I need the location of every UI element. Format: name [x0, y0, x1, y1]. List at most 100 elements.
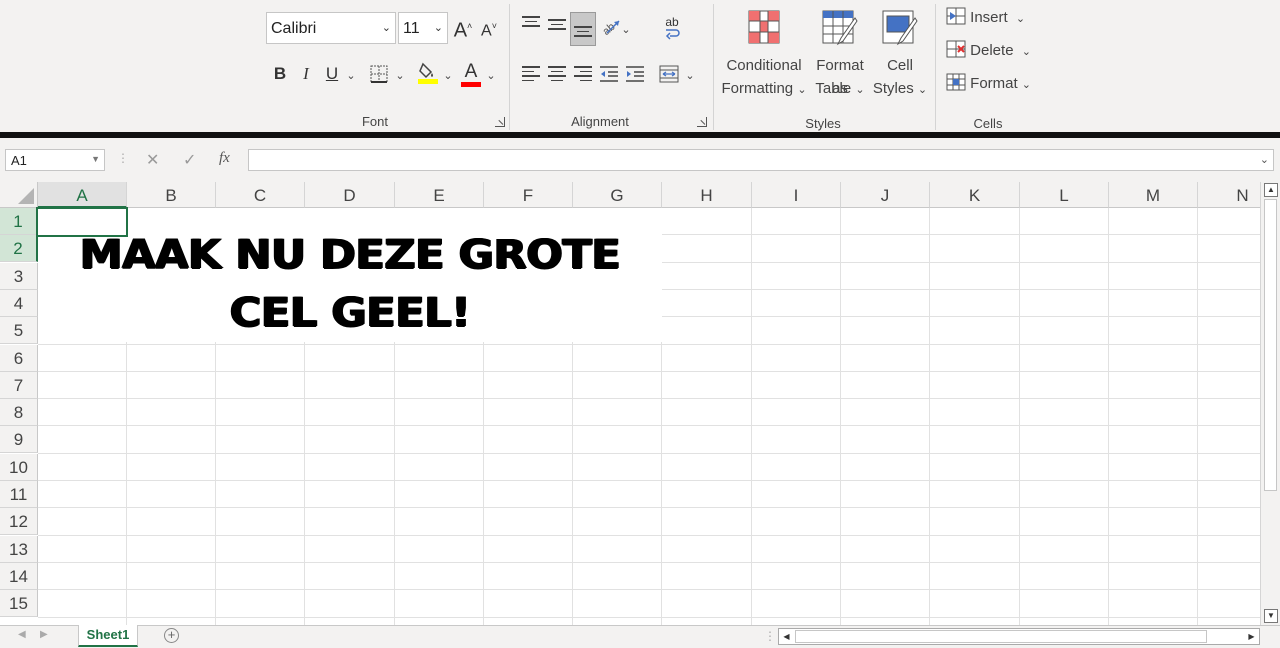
wrap-text-glyph: ab	[665, 15, 679, 29]
alignment-dialog-launcher-icon[interactable]	[697, 117, 707, 127]
vertical-scrollbar[interactable]: ▲ ▼	[1260, 182, 1280, 625]
align-left-icon[interactable]	[522, 66, 540, 82]
format-cells-button[interactable]: Format ⌄	[946, 73, 1031, 95]
select-all-corner[interactable]	[0, 182, 38, 208]
fill-color-dropdown[interactable]: ⌄	[441, 60, 455, 88]
column-header-a[interactable]: A	[38, 182, 127, 208]
insert-function-icon[interactable]: fx	[219, 150, 230, 167]
font-color-icon: A	[464, 61, 478, 82]
row-header-9[interactable]: 9	[0, 426, 38, 454]
italic-button[interactable]: I	[296, 60, 316, 88]
scroll-down-arrow-icon[interactable]: ▼	[1264, 609, 1278, 623]
row-header-10[interactable]: 10	[0, 453, 38, 481]
add-sheet-icon[interactable]: +	[164, 628, 179, 643]
column-header-d[interactable]: D	[305, 182, 395, 208]
conditional-formatting-label-1: Conditional	[726, 57, 802, 74]
enter-icon[interactable]: ✓	[183, 150, 196, 170]
vertical-scroll-thumb[interactable]	[1264, 199, 1277, 491]
shrink-font-button[interactable]: A˅	[478, 12, 500, 40]
font-color-button[interactable]: A	[460, 58, 482, 87]
horizontal-scrollbar[interactable]: ◀ ▶	[778, 628, 1260, 645]
middle-align-icon[interactable]	[548, 19, 566, 33]
column-header-e[interactable]: E	[395, 182, 484, 208]
wrap-text-button[interactable]: ab	[660, 12, 684, 40]
cancel-icon[interactable]: ✕	[146, 150, 159, 170]
delete-cells-button[interactable]: Delete ⌄	[946, 40, 1031, 62]
scroll-up-arrow-icon[interactable]: ▲	[1264, 183, 1278, 197]
insert-label: Insert	[970, 9, 1008, 26]
column-header-f[interactable]: F	[484, 182, 573, 208]
conditional-formatting-button[interactable]: Conditional Formatting ⌄	[720, 6, 808, 106]
delete-cells-icon	[946, 40, 966, 58]
italic-icon: I	[303, 64, 309, 83]
column-header-j[interactable]: J	[841, 182, 930, 208]
column-header-b[interactable]: B	[127, 182, 216, 208]
name-box[interactable]: A1 ▼	[5, 149, 105, 171]
underline-icon: U	[325, 64, 339, 83]
row-header-11[interactable]: 11	[0, 481, 38, 508]
borders-dropdown[interactable]: ⌄	[393, 60, 407, 88]
merge-center-icon	[659, 65, 679, 83]
decrease-indent-icon	[600, 66, 618, 82]
wrap-arrow-icon	[665, 29, 680, 40]
underline-button[interactable]: U	[322, 60, 342, 88]
merged-cell[interactable]: MAAK NU DEZE GROTE CEL GEEL!	[38, 208, 662, 342]
font-dialog-launcher-icon[interactable]	[495, 117, 505, 127]
horizontal-scroll-thumb[interactable]	[795, 630, 1207, 643]
bottom-align-button[interactable]	[570, 12, 596, 46]
scroll-right-arrow-icon[interactable]: ▶	[1244, 629, 1259, 644]
decrease-indent-button[interactable]	[599, 60, 619, 88]
row-header-6[interactable]: 6	[0, 344, 38, 372]
text-orientation-icon: ab	[600, 20, 620, 38]
orientation-dropdown[interactable]: ⌄	[620, 14, 632, 42]
merged-text-line-2: CEL GEEL!	[229, 290, 471, 336]
row-header-13[interactable]: 13	[0, 535, 38, 563]
orientation-button[interactable]: ab	[600, 12, 622, 40]
formula-input[interactable]: ⌄	[248, 149, 1274, 171]
column-gridline	[751, 208, 752, 625]
row-header-8[interactable]: 8	[0, 399, 38, 427]
column-header-c[interactable]: C	[216, 182, 305, 208]
merge-dropdown[interactable]: ⌄	[683, 60, 697, 88]
column-gridline	[840, 208, 841, 625]
grow-font-button[interactable]: A˄	[452, 12, 474, 42]
font-color-dropdown[interactable]: ⌄	[484, 60, 498, 88]
spreadsheet-grid[interactable]: ABCDEFGHIJKLMN 1 2 3 4 5 6 7 8 9 10 11 12 13 14 15 MAA…	[0, 182, 1260, 625]
column-header-k[interactable]: K	[930, 182, 1020, 208]
column-header-l[interactable]: L	[1020, 182, 1109, 208]
insert-cells-button[interactable]: Insert ⌄	[946, 7, 1025, 29]
column-header-m[interactable]: M	[1109, 182, 1198, 208]
borders-button[interactable]	[368, 60, 390, 88]
font-size-combo[interactable]: 11 ⌄	[398, 12, 448, 44]
row-header-14[interactable]: 14	[0, 562, 38, 590]
chevron-down-icon[interactable]: ⌄	[1260, 153, 1269, 166]
column-header-g[interactable]: G	[573, 182, 662, 208]
column-header-n[interactable]: N	[1198, 182, 1260, 208]
row-header-12[interactable]: 12	[0, 508, 38, 536]
merge-center-button[interactable]	[658, 60, 680, 88]
prev-sheet-arrow-icon[interactable]: ◀	[18, 629, 26, 640]
column-header-i[interactable]: I	[752, 182, 841, 208]
font-name-combo[interactable]: Calibri ⌄	[266, 12, 396, 44]
fill-color-button[interactable]	[416, 60, 440, 88]
bold-button[interactable]: B	[270, 60, 290, 88]
underline-dropdown[interactable]: ⌄	[344, 60, 358, 88]
row-header-15[interactable]: 15	[0, 590, 38, 618]
row-gridline	[38, 480, 1260, 481]
next-sheet-arrow-icon[interactable]: ▶	[40, 629, 48, 640]
align-right-icon[interactable]	[574, 66, 592, 82]
column-gridline	[929, 208, 930, 625]
cell-styles-icon	[882, 10, 918, 46]
active-cell-selection[interactable]	[36, 207, 128, 237]
align-center-icon[interactable]	[548, 66, 566, 82]
sheet-tab-sheet1[interactable]: Sheet1	[78, 625, 138, 647]
scroll-left-arrow-icon[interactable]: ◀	[779, 629, 794, 644]
cell-styles-button[interactable]: Cell Styles ⌄	[872, 6, 928, 106]
row-header-7[interactable]: 7	[0, 371, 38, 399]
splitter-handle-icon[interactable]: ⋮	[764, 629, 776, 643]
increase-indent-button[interactable]	[625, 60, 645, 88]
format-as-table-button[interactable]: Format as Table ⌄	[808, 6, 872, 106]
top-align-icon[interactable]	[522, 16, 540, 30]
fill-bucket-icon	[418, 62, 438, 84]
column-header-h[interactable]: H	[662, 182, 752, 208]
